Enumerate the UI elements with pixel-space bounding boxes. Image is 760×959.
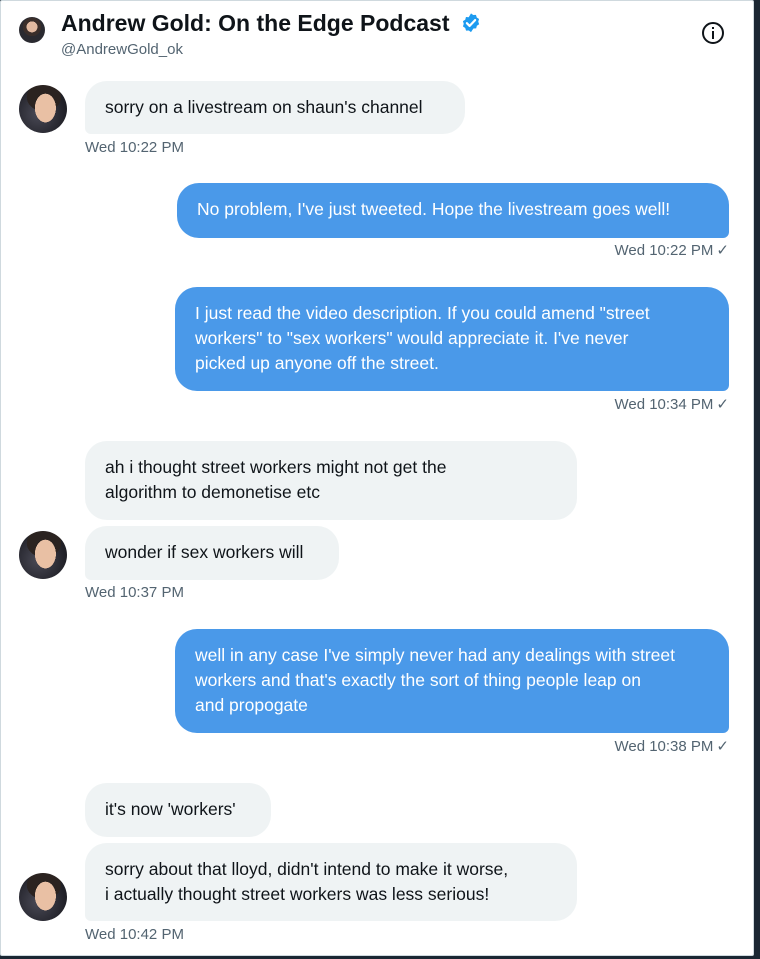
message-timestamp: Wed 10:22 PM — [85, 139, 184, 156]
message-text: wonder if sex workers will — [105, 542, 304, 562]
message-text-line: sorry about that lloyd, didn't intend to… — [105, 859, 509, 879]
message-bubble-outgoing[interactable]: well in any case I've simply never had a… — [175, 629, 729, 733]
account-handle: @AndrewGold_ok — [61, 41, 183, 58]
message-text-line: and propogate — [195, 695, 308, 715]
sender-avatar[interactable] — [19, 531, 67, 579]
header-name-row[interactable]: Andrew Gold: On the Edge Podcast — [61, 10, 482, 37]
message-text-line: workers" to "sex workers" would apprecia… — [195, 328, 629, 348]
message-bubble-incoming[interactable]: wonder if sex workers will — [85, 526, 339, 580]
message-timestamp: Wed 10:38 PM — [614, 738, 714, 755]
message-bubble-outgoing[interactable]: I just read the video description. If yo… — [175, 287, 729, 391]
message-status: Wed 10:22 PM ✓ — [561, 241, 729, 259]
verified-badge-icon — [462, 13, 480, 33]
message-text-line: well in any case I've simply never had a… — [195, 645, 675, 665]
message-bubble-outgoing[interactable]: No problem, I've just tweeted. Hope the … — [177, 183, 729, 238]
dm-conversation: Andrew Gold: On the Edge Podcast @Andrew… — [0, 0, 754, 956]
checkmark-icon: ✓ — [716, 242, 729, 259]
message-timestamp: Wed 10:42 PM — [85, 926, 184, 943]
header-avatar[interactable] — [19, 17, 45, 43]
message-text-line: i actually thought street workers was le… — [105, 884, 490, 904]
sender-avatar[interactable] — [19, 873, 67, 921]
message-timestamp: Wed 10:37 PM — [85, 584, 184, 601]
message-status: Wed 10:34 PM ✓ — [561, 395, 729, 413]
message-bubble-incoming[interactable]: it's now 'workers' — [85, 783, 271, 837]
message-text-line: algorithm to demonetise etc — [105, 482, 320, 502]
message-status: Wed 10:38 PM ✓ — [561, 737, 729, 755]
message-bubble-incoming[interactable]: ah i thought street workers might not ge… — [85, 441, 577, 520]
sender-avatar[interactable] — [19, 85, 67, 133]
message-text-line: workers and that's exactly the sort of t… — [195, 670, 641, 690]
message-text: it's now 'workers' — [105, 799, 236, 819]
checkmark-icon: ✓ — [716, 738, 729, 755]
message-bubble-incoming[interactable]: sorry on a livestream on shaun's channel — [85, 81, 465, 134]
message-timestamp: Wed 10:22 PM — [614, 242, 714, 259]
message-text-line: ah i thought street workers might not ge… — [105, 457, 447, 477]
message-text: sorry on a livestream on shaun's channel — [105, 97, 423, 117]
info-icon[interactable] — [702, 22, 724, 44]
account-name[interactable]: Andrew Gold: On the Edge Podcast — [61, 10, 449, 36]
message-bubble-incoming[interactable]: sorry about that lloyd, didn't intend to… — [85, 843, 577, 921]
message-text: No problem, I've just tweeted. Hope the … — [197, 199, 671, 219]
message-text-line: I just read the video description. If yo… — [195, 303, 650, 323]
message-timestamp: Wed 10:34 PM — [614, 396, 714, 413]
message-text-line: picked up anyone off the street. — [195, 353, 439, 373]
conversation-header: Andrew Gold: On the Edge Podcast @Andrew… — [1, 1, 753, 69]
checkmark-icon: ✓ — [716, 396, 729, 413]
